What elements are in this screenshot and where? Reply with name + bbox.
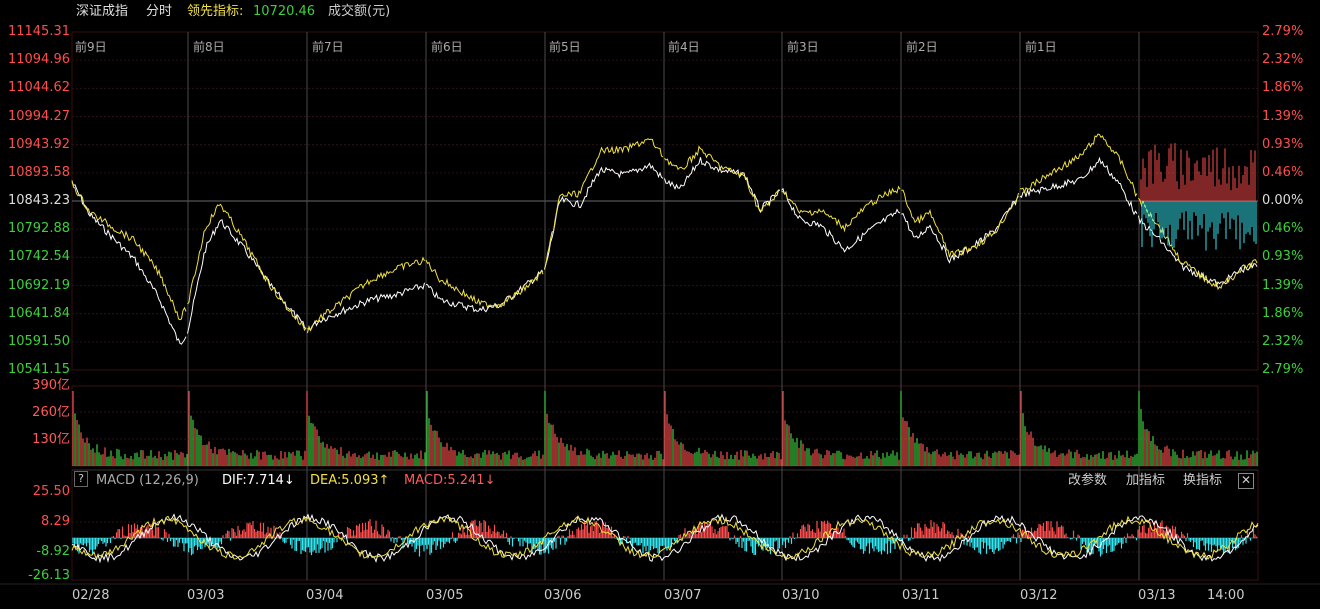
day-label: 前1日: [1025, 40, 1057, 54]
percent-axis-label: 2.32%: [1262, 333, 1304, 349]
percent-axis-label: 0.00%: [1262, 193, 1304, 208]
day-label: 前2日: [906, 40, 938, 54]
switch-indicator-button[interactable]: 换指标: [1183, 471, 1222, 491]
x-axis-label: 03/04: [306, 588, 344, 603]
percent-axis-label: 1.39%: [1262, 108, 1304, 124]
volume-axis-label: 260亿: [32, 405, 70, 420]
price-axis-label: 10641.84: [7, 305, 70, 321]
x-axis-label: 03/07: [664, 588, 702, 603]
percent-axis-label: 1.86%: [1262, 305, 1304, 321]
price-axis-label: 11145.31: [7, 24, 70, 39]
price-axis-label: 11044.62: [7, 80, 70, 96]
percent-axis-label: 1.86%: [1262, 80, 1304, 96]
price-axis-label: 10843.23: [7, 193, 70, 208]
macd-info-bar: ? MACD (12,26,9) DIF:7.714↓ DEA:5.093↑ M…: [72, 471, 1260, 491]
percent-axis-label: 2.79%: [1262, 24, 1304, 39]
x-axis-label: 03/13: [1138, 588, 1176, 603]
dif-value: DIF:7.714↓: [222, 473, 295, 488]
percent-axis-label: 2.79%: [1262, 362, 1304, 377]
day-label: 前6日: [431, 40, 463, 54]
percent-axis-label: 0.93%: [1262, 136, 1304, 152]
percent-axis-label: 0.93%: [1262, 249, 1304, 265]
help-icon[interactable]: ?: [74, 471, 88, 487]
percent-axis-label: 2.32%: [1262, 52, 1304, 68]
price-axis-label: 10541.15: [7, 362, 70, 377]
x-axis-label: 03/03: [187, 588, 225, 603]
day-label: 前8日: [193, 40, 225, 54]
macd-value: MACD:5.241↓: [404, 473, 496, 488]
macd-axis-label: 8.29: [41, 514, 70, 529]
percent-axis-label: 0.46%: [1262, 164, 1304, 180]
macd-axis-label: -26.13: [28, 568, 70, 583]
x-axis-label: 03/06: [544, 588, 582, 603]
volume-axis-label: 390亿: [32, 378, 70, 393]
price-axis-label: 10943.92: [7, 136, 70, 152]
price-axis-label: 10742.54: [7, 249, 70, 265]
price-axis-label: 10692.19: [7, 277, 70, 293]
price-axis-label: 11094.96: [7, 52, 70, 68]
day-label: 前5日: [549, 40, 581, 54]
price-axis-label: 10994.27: [7, 108, 70, 124]
x-axis-label: 02/28: [72, 588, 110, 603]
day-label: 前7日: [312, 40, 344, 54]
percent-axis-label: 1.39%: [1262, 277, 1304, 293]
x-axis-label: 03/11: [902, 588, 940, 603]
x-axis-label: 03/12: [1020, 588, 1058, 603]
add-indicator-button[interactable]: 加指标: [1126, 471, 1165, 491]
price-axis-label: 10893.58: [7, 164, 70, 180]
day-label: 前9日: [75, 40, 107, 54]
macd-title[interactable]: MACD (12,26,9): [96, 471, 199, 491]
macd-axis-label: 25.50: [32, 484, 70, 499]
day-label: 前4日: [668, 40, 700, 54]
x-axis-label: 14:00: [1207, 588, 1245, 603]
x-axis-label: 03/05: [426, 588, 464, 603]
macd-axis-label: -8.92: [36, 544, 70, 559]
close-icon[interactable]: ✕: [1238, 473, 1254, 489]
intraday-chart-canvas[interactable]: [0, 0, 1320, 609]
volume-axis-label: 130亿: [32, 432, 70, 447]
dea-value: DEA:5.093↑: [310, 473, 390, 488]
price-axis-label: 10792.88: [7, 221, 70, 237]
price-axis-label: 10591.50: [7, 333, 70, 349]
percent-axis-label: 0.46%: [1262, 221, 1304, 237]
day-label: 前3日: [787, 40, 819, 54]
change-params-button[interactable]: 改参数: [1068, 471, 1107, 491]
x-axis-label: 03/10: [782, 588, 820, 603]
